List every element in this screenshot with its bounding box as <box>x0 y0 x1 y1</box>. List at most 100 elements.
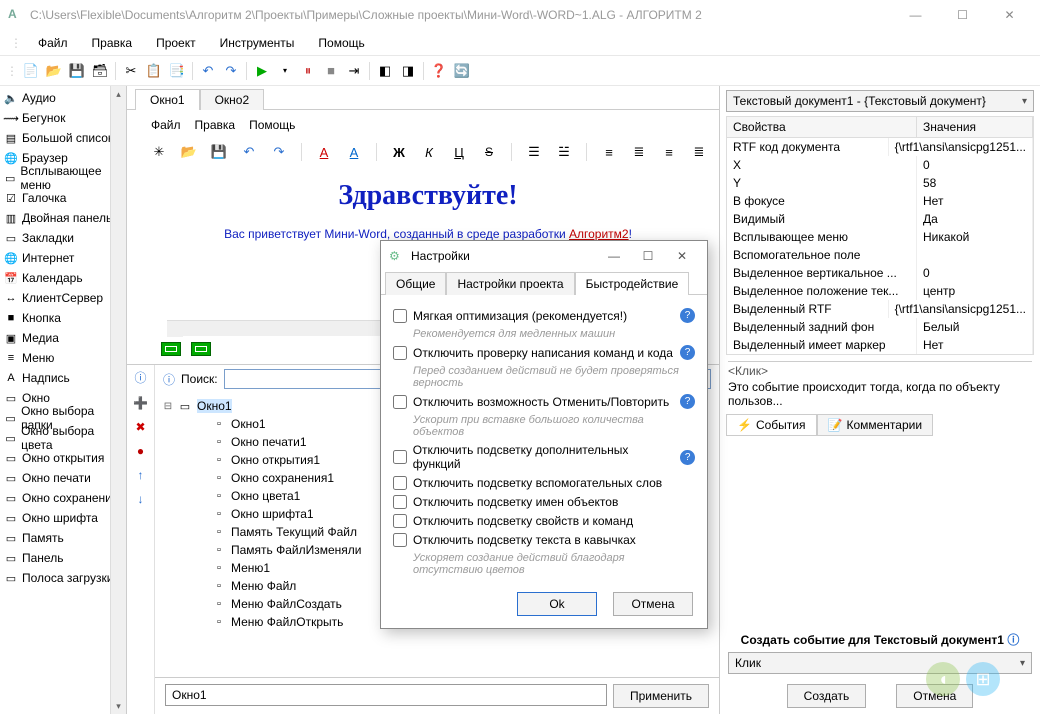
tool1-icon[interactable]: ◧ <box>375 61 395 81</box>
emb-new-icon[interactable]: ✳ <box>149 142 169 162</box>
object-selector[interactable]: Текстовый документ1 - {Текстовый докумен… <box>726 90 1034 112</box>
emb-undo-icon[interactable]: ↶ <box>239 142 259 162</box>
tree-down-icon[interactable]: ↓ <box>138 492 144 506</box>
emb-list-icon[interactable]: ☰ <box>524 142 544 162</box>
copy-icon[interactable]: 📋 <box>144 61 164 81</box>
dialog-tab-performance[interactable]: Быстродействие <box>575 272 690 295</box>
property-row[interactable]: Выделенный имеет маркерНет <box>727 336 1033 354</box>
tab-okno1[interactable]: Окно1 <box>135 89 200 110</box>
redo-icon[interactable]: ↷ <box>221 61 241 81</box>
option-checkbox[interactable] <box>393 514 407 528</box>
property-row[interactable]: Вспомогательное поле <box>727 246 1033 264</box>
option-checkbox[interactable] <box>393 346 407 360</box>
palette-item[interactable]: 🔈Аудио <box>0 88 126 108</box>
palette-item[interactable]: ▭Полоса загрузки <box>0 568 126 588</box>
option-help-icon[interactable]: ? <box>680 394 695 409</box>
emb-italic-icon[interactable]: К <box>419 142 439 162</box>
tab-events[interactable]: ⚡События <box>726 414 817 436</box>
palette-item[interactable]: 📅Календарь <box>0 268 126 288</box>
dialog-option[interactable]: Отключить подсветку вспомогательных слов <box>393 476 695 490</box>
create-event-button[interactable]: Создать <box>787 684 867 708</box>
dialog-close-button[interactable]: ✕ <box>665 249 699 263</box>
tree-up-icon[interactable]: ↑ <box>138 468 144 482</box>
maximize-button[interactable]: ☐ <box>940 1 985 29</box>
emb-menu-edit[interactable]: Правка <box>195 118 236 132</box>
emb-strike-icon[interactable]: S <box>479 142 499 162</box>
close-button[interactable]: ✕ <box>987 1 1032 29</box>
run-dropdown-icon[interactable]: ▾ <box>275 61 295 81</box>
emb-align-left-icon[interactable]: ≡ <box>599 142 619 162</box>
minimize-button[interactable]: — <box>893 1 938 29</box>
property-row[interactable]: Всплывающее менюНикакой <box>727 228 1033 246</box>
emb-font-icon[interactable]: A <box>344 142 364 162</box>
tree-del-icon[interactable]: ✖ <box>135 420 145 434</box>
option-help-icon[interactable]: ? <box>680 308 695 323</box>
run-icon[interactable]: ▶ <box>252 61 272 81</box>
dialog-tab-general[interactable]: Общие <box>385 272 446 295</box>
undo-icon[interactable]: ↶ <box>198 61 218 81</box>
option-checkbox[interactable] <box>393 533 407 547</box>
step-icon[interactable]: ⇥ <box>344 61 364 81</box>
dialog-cancel-button[interactable]: Отмена <box>613 592 693 616</box>
tree-apply-button[interactable]: Применить <box>613 684 709 708</box>
tab-okno2[interactable]: Окно2 <box>200 89 265 110</box>
tree-search-icon[interactable]: ⓘ <box>163 371 175 388</box>
dialog-minimize-button[interactable]: — <box>597 249 631 263</box>
dialog-option[interactable]: Отключить проверку написания команд и ко… <box>393 345 695 360</box>
tree-name-input[interactable] <box>165 684 607 706</box>
tree-add-icon[interactable]: ➕ <box>133 396 148 410</box>
saveall-icon[interactable]: 🗃 <box>90 61 110 81</box>
tree-rec-icon[interactable]: ● <box>137 444 144 458</box>
emb-color-icon[interactable]: A <box>314 142 334 162</box>
menu-help[interactable]: Помощь <box>308 33 374 53</box>
indicator-1[interactable] <box>161 342 181 356</box>
palette-item[interactable]: AНадпись <box>0 368 126 388</box>
emb-numlist-icon[interactable]: ☱ <box>554 142 574 162</box>
property-row[interactable]: X0 <box>727 156 1033 174</box>
palette-item[interactable]: ▭Окно печати <box>0 468 126 488</box>
property-row[interactable]: RTF код документа{\rtf1\ansi\ansicpg1251… <box>727 138 1033 156</box>
new-icon[interactable]: 📄 <box>21 61 41 81</box>
dialog-tab-project[interactable]: Настройки проекта <box>446 272 574 295</box>
menu-project[interactable]: Проект <box>146 33 206 53</box>
stop-icon[interactable]: ■ <box>321 61 341 81</box>
emb-bold-icon[interactable]: Ж <box>389 142 409 162</box>
property-row[interactable]: Y58 <box>727 174 1033 192</box>
dialog-option[interactable]: Отключить подсветку имен объектов <box>393 495 695 509</box>
help-icon[interactable]: ⓘ <box>1007 633 1019 647</box>
palette-item[interactable]: ▭Всплывающее меню <box>0 168 126 188</box>
help-icon[interactable]: ❓ <box>429 61 449 81</box>
menu-tools[interactable]: Инструменты <box>210 33 305 53</box>
menu-file[interactable]: Файл <box>28 33 78 53</box>
option-checkbox[interactable] <box>393 309 407 323</box>
option-help-icon[interactable]: ? <box>680 345 695 360</box>
emb-align-right-icon[interactable]: ≡ <box>659 142 679 162</box>
property-row[interactable]: Выделенный задний фонБелый <box>727 318 1033 336</box>
palette-item[interactable]: ⟿Бегунок <box>0 108 126 128</box>
emb-open-icon[interactable]: 📂 <box>179 142 199 162</box>
property-row[interactable]: Выделенное положение тек...центр <box>727 282 1033 300</box>
emb-menu-help[interactable]: Помощь <box>249 118 295 132</box>
emb-menu-file[interactable]: Файл <box>151 118 181 132</box>
property-row[interactable]: В фокусеНет <box>727 192 1033 210</box>
dialog-option[interactable]: Отключить подсветку дополнительных функц… <box>393 443 695 471</box>
palette-item[interactable]: ▣Медиа <box>0 328 126 348</box>
palette-item[interactable]: ▭Панель <box>0 548 126 568</box>
property-row[interactable]: Выделенный RTF{\rtf1\ansi\ansicpg1251... <box>727 300 1033 318</box>
sidebar-scrollbar[interactable]: ▴▾ <box>110 86 126 714</box>
save-icon[interactable]: 💾 <box>67 61 87 81</box>
option-help-icon[interactable]: ? <box>680 450 695 465</box>
option-checkbox[interactable] <box>393 476 407 490</box>
palette-item[interactable]: ▭Окно шрифта <box>0 508 126 528</box>
dialog-option[interactable]: Отключить возможность Отменить/Повторить… <box>393 394 695 409</box>
option-checkbox[interactable] <box>393 395 407 409</box>
dialog-maximize-button[interactable]: ☐ <box>631 249 665 263</box>
menu-edit[interactable]: Правка <box>82 33 143 53</box>
tab-comments[interactable]: 📝Комментарии <box>817 414 934 436</box>
cut-icon[interactable]: ✂ <box>121 61 141 81</box>
palette-item[interactable]: ▭Окно выбора цвета <box>0 428 126 448</box>
dialog-option[interactable]: Отключить подсветку текста в кавычках <box>393 533 695 547</box>
property-grid[interactable]: СвойстваЗначения RTF код документа{\rtf1… <box>726 116 1034 355</box>
refresh-icon[interactable]: 🔄 <box>452 61 472 81</box>
indicator-2[interactable] <box>191 342 211 356</box>
